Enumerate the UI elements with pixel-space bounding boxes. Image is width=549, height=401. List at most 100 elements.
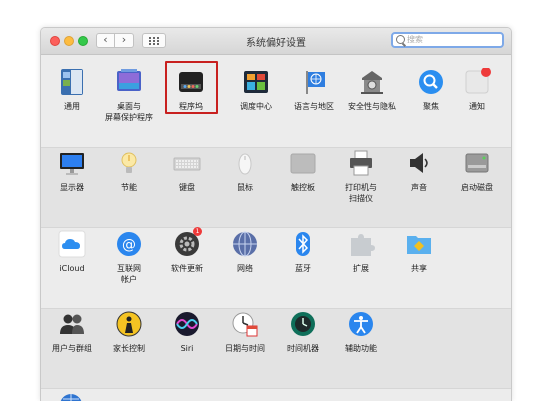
icloud-icon (58, 230, 86, 258)
pane-label: 语言与地区 (294, 102, 334, 111)
search-icon (396, 35, 405, 44)
mouse-icon (231, 149, 259, 177)
close-button[interactable] (50, 36, 60, 46)
pane-label: 蓝牙 (295, 264, 311, 273)
pane-users-groups[interactable]: 用户与群组 (43, 310, 101, 354)
pane-date-time[interactable]: 日期与时间 (216, 310, 274, 354)
pane-printers-scanners[interactable]: 打印机与 扫描仪 (332, 149, 390, 204)
pane-label: 鼠标 (237, 183, 253, 192)
pane-label: 打印机与 扫描仪 (345, 183, 377, 203)
update-badge: 1 (193, 227, 202, 236)
bluetooth-icon (289, 230, 317, 258)
pane-label: 时间机器 (287, 344, 319, 353)
security-privacy-icon (358, 68, 386, 96)
extensions-icon (347, 230, 375, 258)
pane-label: 日期与时间 (225, 344, 265, 353)
parental-controls-icon (115, 310, 143, 338)
notifications-icon (463, 67, 491, 96)
pane-security-privacy[interactable]: 安全性与隐私 (343, 68, 401, 112)
pane-parental-controls[interactable]: 家长控制 (100, 310, 158, 354)
pane-label: Siri (180, 344, 194, 353)
internet-accounts-icon: @ (115, 230, 143, 258)
pane-software-update[interactable]: 1 软件更新 (158, 227, 216, 274)
title-bar: ‹ › 系统偏好设置 搜索 (41, 28, 511, 55)
pane-general[interactable]: 通用 (43, 68, 101, 112)
trackpad-icon (289, 149, 317, 177)
spotlight-icon (417, 68, 445, 96)
sharing-icon (405, 230, 433, 258)
show-all-button[interactable] (142, 33, 166, 48)
pane-extensions[interactable]: 扩展 (332, 230, 390, 274)
window-title: 系统偏好设置 (246, 38, 306, 49)
pane-sharing[interactable]: 共享 (390, 230, 448, 274)
pane-mission-control[interactable]: 调度中心 (227, 68, 285, 112)
pane-label: 共享 (411, 264, 427, 273)
pane-label: 节能 (121, 183, 137, 192)
network-icon (231, 230, 259, 258)
pane-label: 启动磁盘 (461, 183, 493, 192)
pane-energy-saver[interactable]: 节能 (100, 149, 158, 193)
software-update-icon: 1 (173, 227, 202, 258)
pane-label: 声音 (411, 183, 427, 192)
pane-dock[interactable]: 程序坞 (162, 68, 220, 112)
minimize-button[interactable] (64, 36, 74, 46)
pane-label: 调度中心 (240, 102, 272, 111)
pane-label: 程序坞 (179, 102, 203, 111)
desktop-screensaver-icon (115, 68, 143, 96)
pane-trackpad[interactable]: 触控板 (274, 149, 332, 193)
pane-language-region[interactable]: 语言与地区 (285, 68, 343, 112)
pane-keyboard[interactable]: 键盘 (158, 149, 216, 193)
search-field[interactable]: 搜索 (391, 32, 504, 48)
pane-internet-accounts[interactable]: @ 互联网 帐户 (100, 230, 158, 285)
pane-label: 扩展 (353, 264, 369, 273)
pane-label: 用户与群组 (52, 344, 92, 353)
pane-label: 键盘 (179, 183, 195, 192)
pane-label: 家长控制 (113, 344, 145, 353)
displays-icon (58, 149, 86, 177)
startup-disk-icon (463, 149, 491, 177)
pane-label: 通知 (469, 102, 485, 111)
mission-control-icon (242, 68, 270, 96)
pane-label: 软件更新 (171, 264, 203, 273)
system-preferences-window: ‹ › 系统偏好设置 搜索 通用 桌面与 屏幕保护程序 程序坞 调度中心 语言与… (40, 27, 512, 401)
forward-button[interactable]: › (115, 33, 134, 48)
pane-label: 桌面与 屏幕保护程序 (105, 102, 153, 122)
pane-label: 安全性与隐私 (348, 102, 396, 111)
pane-startup-disk[interactable]: 启动磁盘 (448, 149, 506, 193)
zoom-button[interactable] (78, 36, 88, 46)
printer-icon (347, 149, 375, 177)
pane-label: 辅助功能 (345, 344, 377, 353)
accessibility-icon (347, 310, 375, 338)
svg-text:@: @ (122, 237, 136, 253)
users-groups-icon (58, 310, 86, 338)
sound-icon (405, 149, 433, 177)
back-button[interactable]: ‹ (96, 33, 115, 48)
pane-label: 互联网 帐户 (117, 264, 141, 284)
pane-time-machine[interactable]: 时间机器 (274, 310, 332, 354)
date-time-icon (231, 310, 259, 338)
dock-icon (177, 68, 205, 96)
pane-label: iCloud (59, 264, 85, 273)
pane-displays[interactable]: 显示器 (43, 149, 101, 193)
pane-network[interactable]: 网络 (216, 230, 274, 274)
pane-sound[interactable]: 声音 (390, 149, 448, 193)
search-placeholder: 搜索 (407, 35, 423, 44)
pane-label: 显示器 (60, 183, 84, 192)
section-other (41, 389, 511, 401)
energy-saver-icon (115, 149, 143, 177)
keyboard-icon (173, 149, 201, 177)
siri-icon (173, 310, 201, 338)
pane-mouse[interactable]: 鼠标 (216, 149, 274, 193)
general-icon (58, 68, 86, 96)
pane-notifications[interactable]: 通知 (448, 67, 506, 112)
pane-accessibility[interactable]: 辅助功能 (332, 310, 390, 354)
pane-desktop-screensaver[interactable]: 桌面与 屏幕保护程序 (100, 68, 158, 123)
pane-label: 通用 (64, 102, 80, 111)
pane-label: 网络 (237, 264, 253, 273)
language-region-icon (300, 68, 328, 96)
pane-label: 触控板 (291, 183, 315, 192)
pane-icloud[interactable]: iCloud (43, 230, 101, 274)
time-machine-icon (289, 310, 317, 338)
pane-bluetooth[interactable]: 蓝牙 (274, 230, 332, 274)
pane-siri[interactable]: Siri (158, 310, 216, 354)
